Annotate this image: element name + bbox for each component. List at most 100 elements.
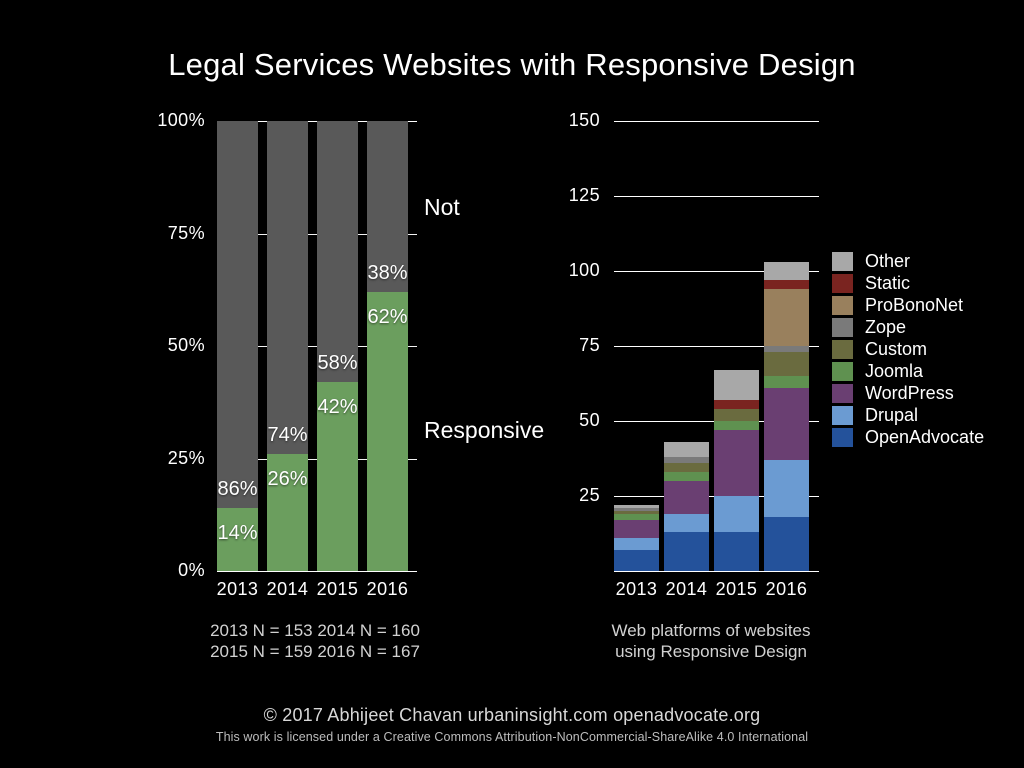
axis-baseline-right xyxy=(614,571,819,572)
segment-zope-2014 xyxy=(664,457,709,463)
series-label-not: Not xyxy=(424,194,460,220)
value-label-responsive-2016: 62% xyxy=(367,306,408,328)
segment-joomla-2016 xyxy=(764,376,809,388)
segment-custom-2014 xyxy=(664,463,709,472)
ytick-right-150: 150 xyxy=(568,110,600,130)
segment-static-2016 xyxy=(764,280,809,289)
segment-joomla-2015 xyxy=(714,421,759,430)
segment-not-2014 xyxy=(267,121,308,454)
segment-openadvocate-2016 xyxy=(764,517,809,571)
bar-left-2015: 42% 58% xyxy=(317,121,358,571)
xtick-left-2013: 2013 xyxy=(216,579,259,599)
chart-responsive-share: 0% 25% 50% 75% 100% 14% 86% 2013 26% 74% 2014 42% 58… xyxy=(0,0,560,620)
segment-probononet-2016 xyxy=(764,289,809,346)
bar-left-2014: 26% 74% xyxy=(267,121,308,571)
value-label-not-2014: 74% xyxy=(267,424,308,446)
legend-swatch-other xyxy=(832,251,853,271)
segment-zope-2016 xyxy=(764,346,809,352)
segment-custom-2015 xyxy=(714,409,759,421)
legend-item-static: Static xyxy=(832,272,984,294)
segment-wordpress-2013 xyxy=(614,520,659,538)
segment-other-2016 xyxy=(764,262,809,280)
segment-drupal-2013 xyxy=(614,538,659,550)
value-label-responsive-2013: 14% xyxy=(217,522,258,544)
bar-right-2016 xyxy=(764,121,809,571)
ytick-left-75: 75% xyxy=(167,223,205,243)
legend-swatch-openadvocate xyxy=(832,427,853,447)
legend-label-drupal: Drupal xyxy=(865,404,919,425)
legend-swatch-probononet xyxy=(832,295,853,315)
license-line: This work is licensed under a Creative C… xyxy=(215,730,809,744)
segment-wordpress-2016 xyxy=(764,388,809,460)
legend-item-drupal: Drupal xyxy=(832,404,984,426)
bar-right-2013 xyxy=(614,121,659,571)
caption-sample-sizes: 2013 N = 153 2014 N = 160 2015 N = 159 2… xyxy=(210,621,420,661)
segment-openadvocate-2014 xyxy=(664,532,709,571)
ytick-left-0: 0% xyxy=(178,560,205,580)
legend-item-probononet: ProBonoNet xyxy=(832,294,984,316)
segment-openadvocate-2015 xyxy=(714,532,759,571)
segment-drupal-2014 xyxy=(664,514,709,532)
legend-swatch-joomla xyxy=(832,361,853,381)
bar-right-2014 xyxy=(664,121,709,571)
slide-root: Legal Services Websites with Responsive … xyxy=(0,0,1024,768)
legend-label-zope: Zope xyxy=(865,316,907,337)
legend-item-other: Other xyxy=(832,250,984,272)
value-label-responsive-2014: 26% xyxy=(267,468,308,490)
series-label-responsive: Responsive xyxy=(424,417,545,443)
value-label-not-2016: 38% xyxy=(367,262,408,284)
legend-item-zope: Zope xyxy=(832,316,984,338)
ytick-right-50: 50 xyxy=(579,410,600,430)
segment-not-2013 xyxy=(217,121,258,508)
legend-swatch-static xyxy=(832,273,853,293)
xtick-right-2016: 2016 xyxy=(765,579,808,599)
ytick-left-25: 25% xyxy=(167,448,205,468)
segment-wordpress-2015 xyxy=(714,430,759,496)
legend-item-joomla: Joomla xyxy=(832,360,984,382)
legend-web-platforms: Other Static ProBonoNet Zope Custom Joomla Wor… xyxy=(832,250,984,448)
segment-not-2015 xyxy=(317,121,358,382)
ytick-right-125: 125 xyxy=(568,185,600,205)
footer: © 2017 Abhijeet Chavan urbaninsight.com … xyxy=(0,705,1024,744)
segment-joomla-2014 xyxy=(664,472,709,481)
legend-item-openadvocate: OpenAdvocate xyxy=(832,426,984,448)
legend-label-static: Static xyxy=(865,272,911,293)
value-label-responsive-2015: 42% xyxy=(317,396,358,418)
legend-label-wordpress: WordPress xyxy=(865,382,954,403)
ytick-right-25: 25 xyxy=(579,485,600,505)
gridline-left-0 xyxy=(217,571,417,572)
segment-joomla-2013 xyxy=(614,514,659,520)
caption-web-platforms: Web platforms of websites using Responsi… xyxy=(611,621,811,661)
legend-swatch-custom xyxy=(832,339,853,359)
bar-right-2015 xyxy=(714,121,759,571)
segment-drupal-2016 xyxy=(764,460,809,517)
segment-other-2013 xyxy=(614,505,659,508)
ytick-left-50: 50% xyxy=(167,335,205,355)
xtick-left-2014: 2014 xyxy=(266,579,309,599)
legend-swatch-zope xyxy=(832,317,853,337)
segment-other-2014 xyxy=(664,442,709,457)
segment-drupal-2015 xyxy=(714,496,759,532)
segment-static-2015 xyxy=(714,400,759,409)
legend-label-other: Other xyxy=(865,250,911,271)
ytick-left-100: 100% xyxy=(157,110,205,130)
segment-other-2015 xyxy=(714,370,759,400)
xtick-left-2016: 2016 xyxy=(366,579,409,599)
legend-item-custom: Custom xyxy=(832,338,984,360)
copyright-line: © 2017 Abhijeet Chavan urbaninsight.com … xyxy=(263,705,761,725)
legend-item-wordpress: WordPress xyxy=(832,382,984,404)
segment-wordpress-2014 xyxy=(664,481,709,514)
segment-custom-2013 xyxy=(614,511,659,514)
bar-left-2013: 14% 86% xyxy=(217,121,258,571)
segment-zope-2013 xyxy=(614,508,659,511)
legend-label-probononet: ProBonoNet xyxy=(865,294,964,315)
ytick-right-75: 75 xyxy=(579,335,600,355)
legend-swatch-drupal xyxy=(832,405,853,425)
segment-openadvocate-2013 xyxy=(614,550,659,571)
xtick-left-2015: 2015 xyxy=(316,579,359,599)
value-label-not-2013: 86% xyxy=(217,478,258,500)
bar-left-2016: 62% 38% xyxy=(367,121,408,571)
legend-label-joomla: Joomla xyxy=(865,360,924,381)
value-label-not-2015: 58% xyxy=(317,352,358,374)
legend-label-custom: Custom xyxy=(865,338,928,359)
